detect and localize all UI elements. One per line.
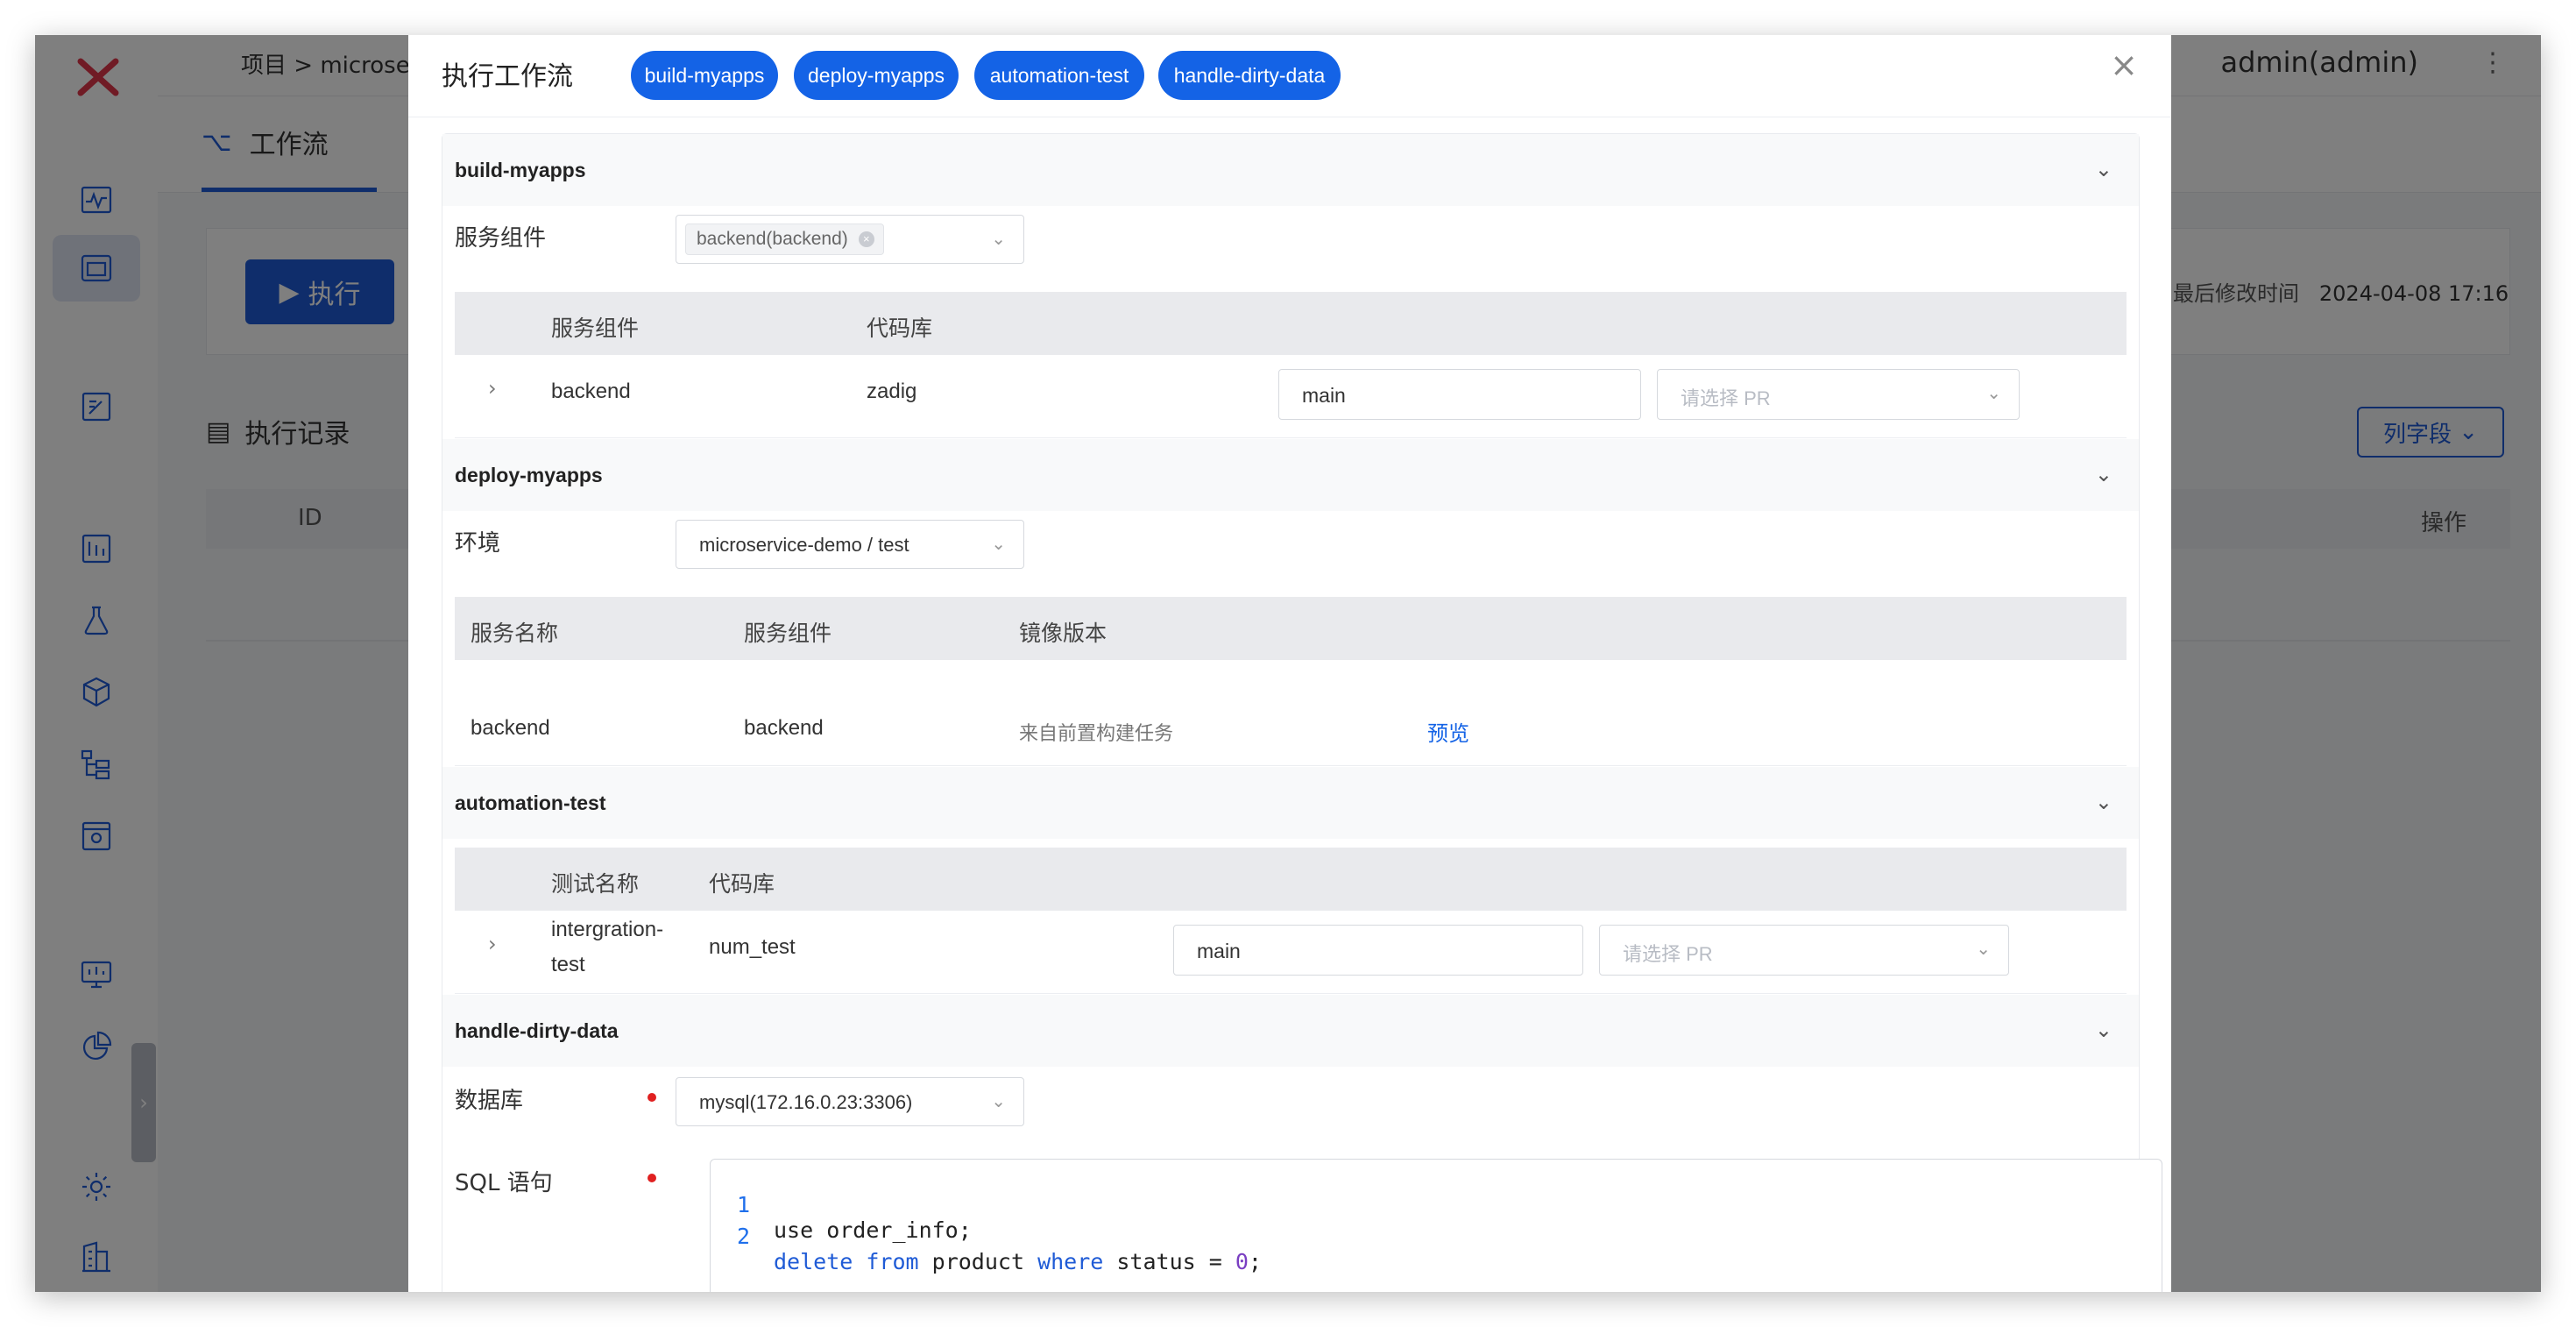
required-dot [648,1174,656,1182]
code-text: delete from product where status = 0; [774,1249,1262,1274]
chevron-down-icon: ⌄ [1976,938,1991,959]
deploy-row-image: 来自前置构建任务 [1019,722,1174,744]
row-divider [455,765,2127,766]
test-pr-select[interactable]: 请选择 PR ⌄ [1599,925,2009,976]
workflow-sections-panel: build-myapps ⌄ 服务组件 backend(backend) × ⌄… [442,133,2140,1292]
th-repo: 代码库 [709,871,775,897]
section-name-deploy: deploy-myapps [455,464,603,486]
service-component-label: 服务组件 [455,225,547,252]
preview-link[interactable]: 预览 [1427,716,1469,747]
deploy-row-service-component: backend [744,716,824,740]
code-semicolon: ; [1248,1249,1262,1274]
chevron-down-icon[interactable]: ⌄ [2095,157,2112,181]
tag-close-icon[interactable]: × [858,231,874,247]
chevron-down-icon[interactable]: ⌄ [2095,790,2112,814]
pill-build-myapps[interactable]: build-myapps [631,51,778,100]
code-line-2: 2 delete from product where status = 0; [711,1198,1262,1274]
line-number: 2 [737,1224,751,1249]
close-icon[interactable]: × [2110,46,2138,84]
th-service-name: 服务名称 [471,621,559,646]
chevron-down-icon: ⌄ [1986,382,2001,403]
test-row-name-line1: intergration- [551,918,664,941]
env-value: microservice-demo / test [699,534,909,556]
pr-select[interactable]: 请选择 PR ⌄ [1657,369,2020,420]
chevron-right-icon[interactable]: › [488,376,497,401]
chevron-down-icon: ⌄ [991,533,1006,554]
section-name-dirty: handle-dirty-data [455,1019,619,1042]
section-name-build: build-myapps [455,159,586,181]
code-line-1: 1 use order_info; [711,1167,972,1243]
branch-input[interactable]: main [1278,369,1641,420]
pill-handle-dirty-data[interactable]: handle-dirty-data [1158,51,1341,100]
kw-where: where [1037,1249,1104,1274]
test-branch-input[interactable]: main [1173,925,1583,976]
test-table-header: 测试名称 代码库 [455,848,2127,911]
test-row-name-line2: test [551,953,585,976]
pr-placeholder: 请选择 PR [1681,387,1771,409]
execute-workflow-modal: 执行工作流 build-myapps deploy-myapps automat… [408,35,2171,1292]
code-number: 0 [1235,1249,1249,1274]
th-service-component: 服务组件 [551,316,640,341]
section-header-deploy[interactable]: deploy-myapps ⌄ [442,439,2139,511]
modal-title: 执行工作流 [442,61,573,92]
th-service-component: 服务组件 [744,621,832,646]
th-image-version: 镜像版本 [1019,621,1108,646]
modal-header: 执行工作流 build-myapps deploy-myapps automat… [408,35,2171,117]
section-header-build[interactable]: build-myapps ⌄ [442,134,2139,206]
build-row-service: backend [551,380,631,403]
deploy-table-header: 服务名称 服务组件 镜像版本 [455,597,2127,660]
code-condition: status = [1103,1249,1235,1274]
build-row-repo: zadig [867,380,917,403]
chevron-down-icon[interactable]: ⌄ [2095,1018,2112,1042]
sql-editor[interactable]: 1 use order_info; 2 delete from product … [710,1159,2162,1292]
database-select[interactable]: mysql(172.16.0.23:3306) ⌄ [676,1077,1024,1126]
required-dot [648,1093,656,1102]
row-divider [455,437,2127,438]
sql-label: SQL 语句 [455,1170,553,1196]
th-repo: 代码库 [867,316,933,341]
service-component-select[interactable]: backend(backend) × ⌄ [676,215,1024,264]
code-table: product [918,1249,1038,1274]
pill-automation-test[interactable]: automation-test [974,51,1144,100]
test-branch-value: main [1197,940,1241,962]
test-pr-placeholder: 请选择 PR [1623,943,1713,965]
database-label: 数据库 [455,1088,524,1114]
th-test-name: 测试名称 [551,871,640,897]
deploy-row-service-name: backend [471,716,550,740]
chevron-down-icon[interactable]: ⌄ [2095,462,2112,486]
env-select[interactable]: microservice-demo / test ⌄ [676,520,1024,569]
section-header-dirty[interactable]: handle-dirty-data ⌄ [442,995,2139,1067]
row-divider [455,993,2127,994]
chevron-right-icon[interactable]: › [488,932,497,956]
service-tag: backend(backend) × [685,224,884,255]
env-label: 环境 [455,530,501,557]
test-row-repo: num_test [709,935,796,959]
section-name-test: automation-test [455,791,606,814]
kw-from: from [866,1249,919,1274]
pill-deploy-myapps[interactable]: deploy-myapps [794,51,959,100]
database-value: mysql(172.16.0.23:3306) [699,1091,913,1113]
chevron-down-icon: ⌄ [991,1090,1006,1111]
branch-value: main [1302,384,1346,407]
app-window: › 项目 > microservic admin(admin) ⋮ ⌥ 工作流 … [35,35,2541,1292]
section-header-test[interactable]: automation-test ⌄ [442,767,2139,839]
kw-delete: delete [774,1249,853,1274]
build-table-header: 服务组件 代码库 [455,292,2127,355]
chevron-down-icon: ⌄ [991,228,1006,249]
service-tag-label: backend(backend) [697,229,848,249]
